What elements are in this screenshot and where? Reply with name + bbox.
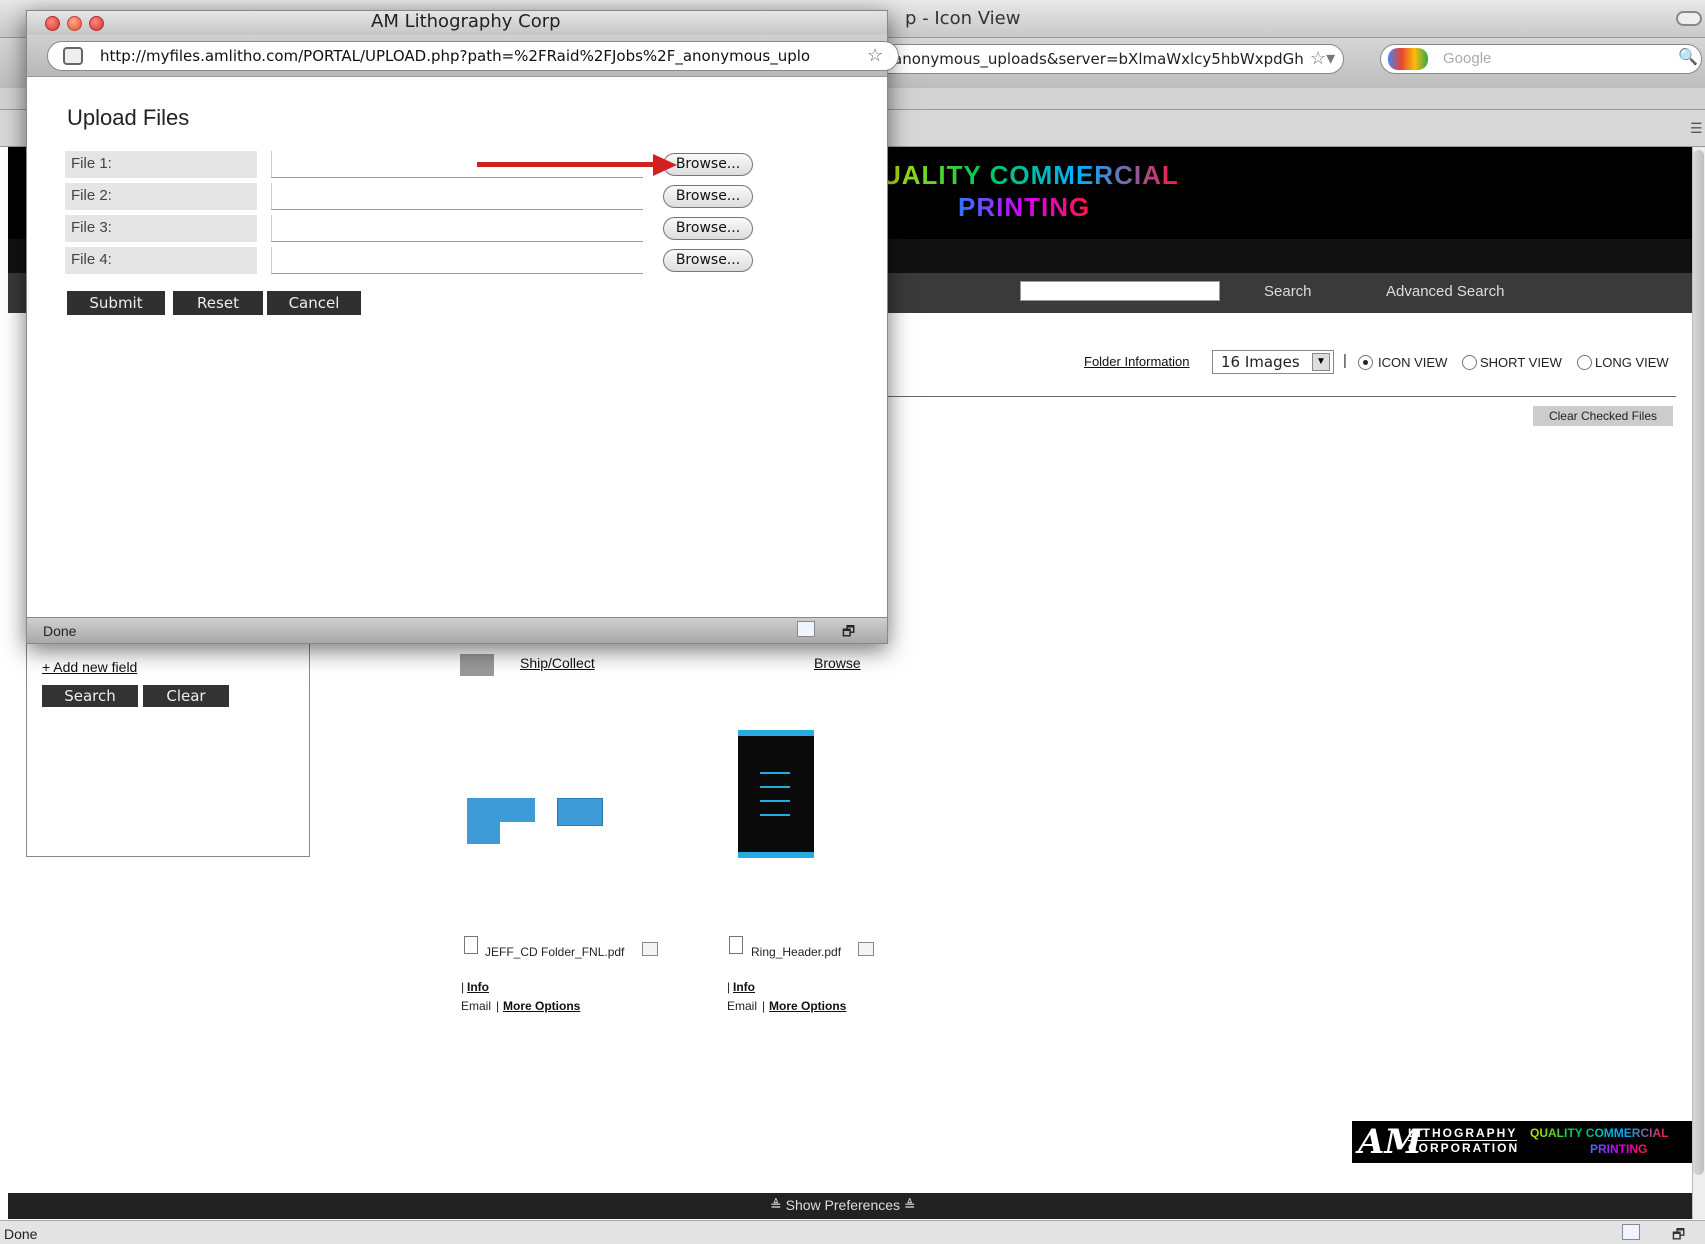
link-separator: | [461,980,465,994]
show-preferences-toggle[interactable]: ≜ Show Preferences ≜ [770,1197,916,1214]
upload-popup-window: AM Lithography Corp http://myfiles.amlit… [26,10,899,645]
site-search-input[interactable] [1020,281,1220,301]
advanced-search-link[interactable]: Advanced Search [1386,283,1504,300]
add-new-field-link[interactable]: + Add new field [42,659,137,675]
icon-view-label[interactable]: ICON VIEW [1378,355,1447,370]
browser-status-bar [0,1220,1705,1244]
site-logo-line1: UALITY COMMERCIAL [882,160,1179,190]
popup-window-title: AM Lithography Corp [371,11,561,32]
popup-status-text: Done [43,623,77,639]
search-icon[interactable]: 🔍 [1678,47,1698,67]
clear-checked-files-button[interactable]: Clear Checked Files [1533,406,1673,426]
site-search-button[interactable]: Search [1264,283,1312,300]
footer-logo-corporation: CORPORATION [1408,1141,1520,1155]
window-toolbar-toggle-icon-right[interactable] [1676,11,1702,26]
file-2-input[interactable] [271,183,643,210]
file-thumbnail-1-secondary[interactable] [557,798,603,826]
file-3-label: File 3: [65,215,257,242]
annotation-arrow-shaft [477,162,657,167]
long-view-radio[interactable] [1577,355,1592,370]
file-2-label: File 2: [65,183,257,210]
bookmark-star-icon[interactable]: ☆ [867,45,883,66]
short-view-label[interactable]: SHORT VIEW [1480,355,1562,370]
submit-button[interactable]: Submit [67,291,165,315]
long-view-label[interactable]: LONG VIEW [1595,355,1669,370]
bookmark-star-icon[interactable]: ☆▾ [1310,48,1335,69]
folder-icon[interactable] [460,654,494,676]
site-logo-line2: PRINTING [958,192,1091,222]
file-preview-icon[interactable] [642,942,658,956]
status-check-icon[interactable] [797,621,815,637]
folder-browse-link[interactable]: Browse [814,655,861,671]
search-engine-icon[interactable] [1388,48,1428,70]
web-search-input[interactable]: Google [1380,44,1702,74]
status-window-icon[interactable]: 🗗 [842,621,855,645]
page-icon [63,47,83,65]
reset-button[interactable]: Reset [173,291,263,315]
document-icon [464,936,478,954]
status-check-icon[interactable] [1622,1224,1640,1240]
minimize-icon[interactable] [67,16,82,31]
annotation-arrow-head [653,154,677,176]
address-bar[interactable]: anonymous_uploads&server=bXlmaWxlcy5hbWx… [884,44,1344,74]
file-email-link[interactable]: Email [461,999,491,1013]
file-3-browse-button[interactable]: Browse... [663,217,753,240]
file-2-browse-button[interactable]: Browse... [663,185,753,208]
status-window-icon[interactable]: 🗗 [1672,1224,1685,1244]
icon-view-radio[interactable] [1358,355,1373,370]
chevron-down-icon[interactable]: ▼ [1312,353,1330,371]
file-more-options-link[interactable]: More Options [769,999,846,1013]
browser-status-text: Done [4,1226,38,1242]
view-separator: | [1343,352,1347,369]
file-4-input[interactable] [271,247,643,274]
tab-list-icon[interactable]: ☰ [1690,120,1703,137]
file-info-link[interactable]: Info [733,980,755,994]
link-separator: | [727,980,731,994]
link-separator: | [762,999,766,1013]
file-thumbnail-1-cutout [500,822,535,844]
scrollbar-thumb[interactable] [1693,150,1704,1175]
sidebar-clear-button[interactable]: Clear [143,685,229,707]
zoom-icon[interactable] [89,16,104,31]
file-name[interactable]: Ring_Header.pdf [751,945,841,959]
short-view-radio[interactable] [1462,355,1477,370]
file-4-label: File 4: [65,247,257,274]
popup-address-bar[interactable]: http://myfiles.amlitho.com/PORTAL/UPLOAD… [47,41,899,71]
close-icon[interactable] [45,16,60,31]
file-email-link[interactable]: Email [727,999,757,1013]
cancel-button[interactable]: Cancel [267,291,361,315]
document-icon [729,936,743,954]
browser-window-title: p - Icon View [905,8,1021,29]
file-3-input[interactable] [271,215,643,242]
footer-logo-tagline-1: QUALITY COMMERCIAL [1530,1126,1669,1140]
link-separator: | [496,999,500,1013]
file-preview-icon[interactable] [858,942,874,956]
file-4-browse-button[interactable]: Browse... [663,249,753,272]
popup-status-bar [27,617,887,643]
footer-logo-lithography: LITHOGRAPHY [1408,1126,1518,1141]
upload-files-heading: Upload Files [67,105,190,130]
file-info-link[interactable]: Info [467,980,489,994]
file-name[interactable]: JEFF_CD Folder_FNL.pdf [485,945,624,959]
sidebar-search-button[interactable]: Search [42,685,138,707]
folder-name-link[interactable]: Ship/Collect [520,655,595,671]
file-thumbnail-2-content [760,760,790,820]
file-more-options-link[interactable]: More Options [503,999,580,1013]
file-1-label: File 1: [65,151,257,178]
folder-information-link[interactable]: Folder Information [1084,354,1190,369]
footer-logo-tagline-2: PRINTING [1590,1142,1648,1156]
